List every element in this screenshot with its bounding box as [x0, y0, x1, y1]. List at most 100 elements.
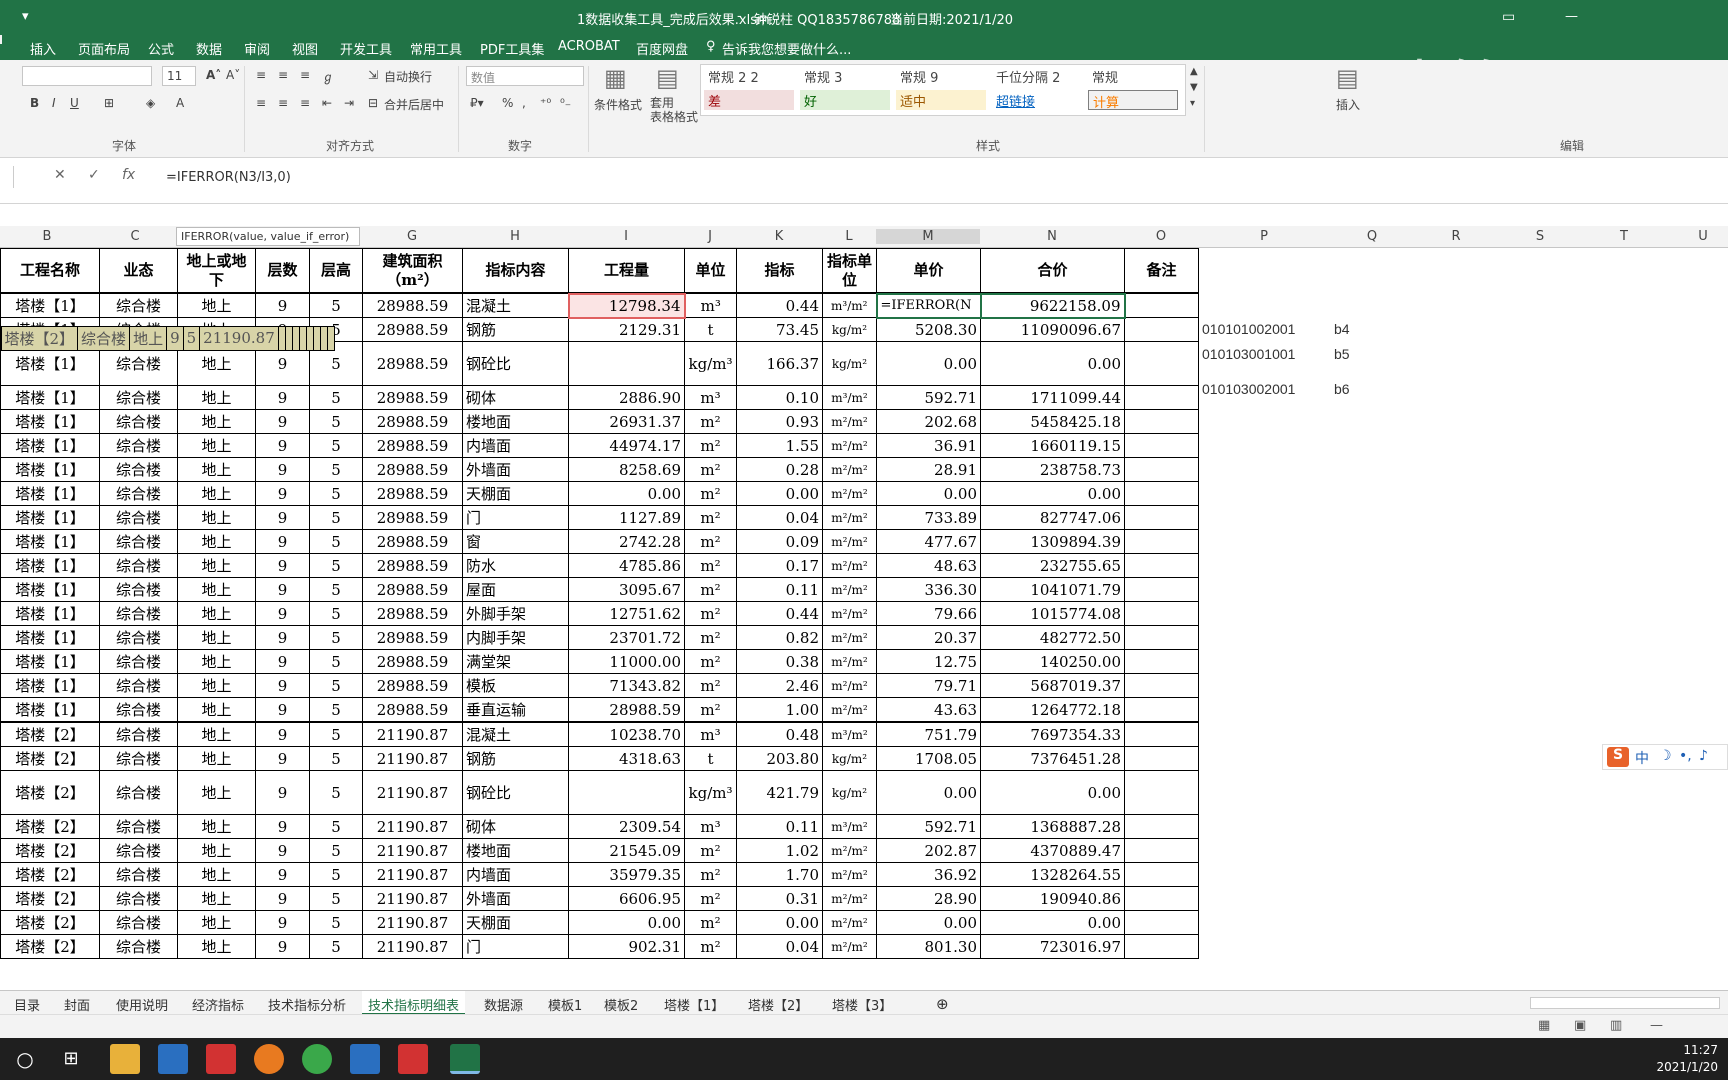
cell[interactable] [1124, 577, 1199, 602]
header-cell[interactable]: 单价 [876, 248, 981, 293]
cell[interactable]: 综合楼 [99, 814, 178, 839]
cell[interactable]: 塔楼【2】 [0, 814, 100, 839]
cell[interactable]: 9 [255, 838, 310, 863]
enter-icon[interactable]: ✓ [88, 167, 100, 183]
cell[interactable]: 地上 [177, 673, 256, 698]
cell[interactable]: 地上 [177, 601, 256, 626]
cell[interactable]: 5 [309, 457, 363, 482]
cell[interactable]: 5 [182, 325, 201, 351]
item-ref[interactable]: b4 [1334, 321, 1350, 337]
cell[interactable]: 1368887.28 [980, 814, 1125, 839]
cell[interactable]: 综合楼 [99, 649, 178, 674]
cell[interactable]: 26931.37 [568, 409, 685, 434]
cell[interactable]: 模板 [462, 673, 569, 698]
cell[interactable]: 5208.30 [876, 317, 981, 342]
cell[interactable]: m² [684, 862, 737, 887]
cell[interactable]: 综合楼 [99, 529, 178, 554]
cell[interactable]: 5458425.18 [980, 409, 1125, 434]
cell[interactable] [1124, 529, 1199, 554]
cell[interactable]: 0.48 [736, 722, 823, 747]
header-cell[interactable]: 建筑面积（m²） [362, 248, 463, 293]
cell[interactable]: 12751.62 [568, 601, 685, 626]
col-header[interactable]: J [684, 229, 736, 244]
cell[interactable]: 0.04 [736, 505, 823, 530]
cell[interactable]: 2129.31 [568, 317, 685, 342]
cell[interactable]: kg/m³ [684, 770, 737, 815]
table-format-icon[interactable]: ▤ [656, 64, 679, 92]
cell[interactable]: 9 [255, 481, 310, 506]
cell[interactable]: m²/m² [822, 886, 877, 911]
start-icon[interactable]: ○ [10, 1044, 40, 1074]
cell[interactable]: 0.82 [736, 625, 823, 650]
sheet-tab[interactable]: 模板1 [548, 995, 582, 1014]
cell[interactable]: 5 [309, 770, 363, 815]
item-code[interactable]: 010101002001 [1202, 321, 1295, 337]
cell[interactable]: 21190.87 [362, 886, 463, 911]
cell[interactable]: 0.11 [736, 814, 823, 839]
cell[interactable]: 钢砼比 [462, 341, 569, 386]
cell[interactable] [1124, 934, 1199, 959]
cell[interactable]: 地上 [129, 325, 168, 351]
cell[interactable]: 336.30 [876, 577, 981, 602]
cell[interactable]: 地上 [177, 862, 256, 887]
wrap-text-icon[interactable]: ⇲ [368, 68, 378, 82]
conditional-format-icon[interactable]: ▦ [604, 64, 627, 92]
cell[interactable]: 地上 [177, 910, 256, 935]
cell[interactable]: 地上 [177, 649, 256, 674]
cell[interactable]: 203.80 [736, 746, 823, 771]
page-break-icon[interactable]: ▥ [1610, 1018, 1622, 1033]
cell[interactable]: 内脚手架 [462, 625, 569, 650]
cell[interactable]: 21190.87 [362, 746, 463, 771]
tell-me-search[interactable]: 告诉我您想要做什么... [722, 39, 851, 58]
page-layout-icon[interactable]: ▣ [1574, 1018, 1586, 1033]
cell[interactable]: 2886.90 [568, 385, 685, 410]
cell[interactable]: m² [684, 553, 737, 578]
cell[interactable]: 9 [255, 886, 310, 911]
cell[interactable]: 190940.86 [980, 886, 1125, 911]
cell[interactable]: 238758.73 [980, 457, 1125, 482]
tab-pdf[interactable]: PDF工具集 [480, 39, 544, 58]
increase-decimal-icon[interactable]: ⁺⁰ [540, 96, 551, 110]
col-header[interactable]: C [94, 229, 176, 244]
align-bottom-icon[interactable]: ≡ [300, 68, 310, 82]
excel-taskbar-icon[interactable] [450, 1044, 480, 1074]
cell[interactable] [1124, 505, 1199, 530]
cell[interactable]: 5 [309, 529, 363, 554]
cell[interactable] [1124, 838, 1199, 863]
mic-icon[interactable]: ♪ [1699, 748, 1708, 764]
cell[interactable]: 塔楼【1】 [0, 433, 100, 458]
cell[interactable]: 综合楼 [77, 325, 131, 351]
cell[interactable]: 21190.87 [362, 838, 463, 863]
cell[interactable]: 综合楼 [99, 433, 178, 458]
cell[interactable] [319, 325, 328, 351]
cell[interactable] [1124, 746, 1199, 771]
cell[interactable]: 9 [255, 746, 310, 771]
cell[interactable]: 天棚面 [462, 910, 569, 935]
cell[interactable]: 综合楼 [99, 770, 178, 815]
cell[interactable]: 综合楼 [99, 505, 178, 530]
cell[interactable]: 10238.70 [568, 722, 685, 747]
cell[interactable]: 9 [255, 601, 310, 626]
cell[interactable]: 钢砼比 [462, 770, 569, 815]
cell[interactable]: 5 [309, 910, 363, 935]
cell[interactable]: m² [684, 529, 737, 554]
cell[interactable]: m² [684, 505, 737, 530]
cell[interactable] [1124, 385, 1199, 410]
cell[interactable]: 地上 [177, 529, 256, 554]
cell[interactable]: m² [684, 697, 737, 722]
cell[interactable]: m²/m² [822, 838, 877, 863]
app-icon[interactable] [158, 1044, 188, 1074]
border-icon[interactable]: ⊞ [104, 96, 114, 110]
cell[interactable]: 综合楼 [99, 553, 178, 578]
gallery-more-icon[interactable]: ▾ [1190, 98, 1195, 109]
cell[interactable]: 28988.59 [362, 457, 463, 482]
cell[interactable]: 5 [309, 481, 363, 506]
cell[interactable]: 混凝土 [462, 293, 569, 318]
cell[interactable]: 塔楼【2】 [0, 910, 100, 935]
cell[interactable]: m²/m² [822, 529, 877, 554]
horizontal-scrollbar[interactable] [1530, 997, 1720, 1009]
cell[interactable]: 1.02 [736, 838, 823, 863]
cell[interactable]: 外墙面 [462, 457, 569, 482]
cell[interactable]: 21190.87 [362, 862, 463, 887]
cell[interactable]: 内墙面 [462, 862, 569, 887]
